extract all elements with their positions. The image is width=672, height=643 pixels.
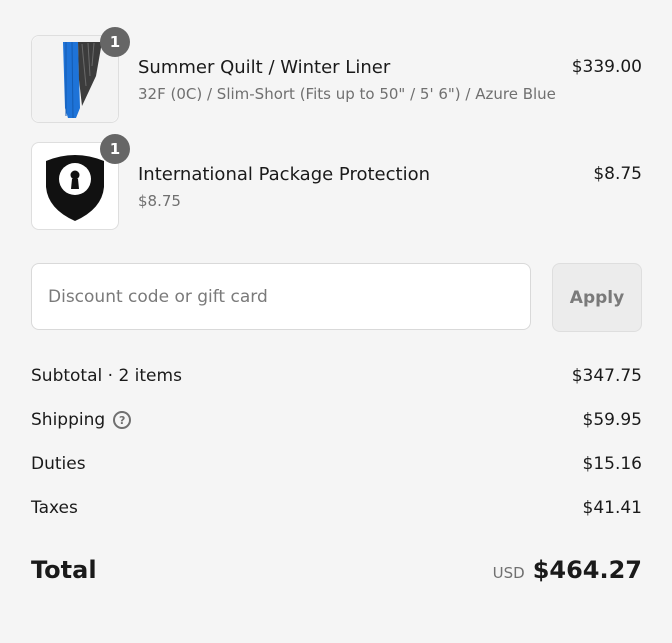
total-row: Total USD $464.27 [31, 556, 642, 592]
line-item: 1 Summer Quilt / Winter Liner 32F (0C) /… [31, 27, 642, 123]
apply-button[interactable]: Apply [552, 263, 642, 332]
subtotal-row: Subtotal · 2 items $347.75 [31, 366, 642, 390]
item-title: International Package Protection [138, 164, 430, 185]
currency-code: USD [492, 564, 525, 582]
subtotal-label: Subtotal · 2 items [31, 366, 182, 386]
quantity-badge: 1 [100, 134, 130, 164]
total-amount: $464.27 [532, 556, 642, 584]
discount-section: Apply [31, 263, 642, 332]
item-variant: 32F (0C) / Slim-Short (Fits up to 50" / … [138, 85, 556, 103]
shipping-label-wrap: Shipping ? [31, 410, 132, 430]
item-price: $339.00 [571, 57, 642, 77]
product-thumbnail: 1 [31, 134, 130, 230]
total-value: USD $464.27 [493, 556, 642, 584]
item-variant: $8.75 [138, 192, 181, 210]
taxes-row: Taxes $41.41 [31, 498, 642, 522]
shipping-value: $59.95 [582, 410, 642, 430]
discount-code-input[interactable] [31, 263, 531, 330]
question-circle-icon[interactable]: ? [113, 411, 132, 429]
taxes-label: Taxes [31, 498, 78, 518]
subtotal-value: $347.75 [571, 366, 642, 386]
total-label: Total [31, 556, 97, 584]
item-price: $8.75 [593, 164, 642, 184]
quantity-badge: 1 [100, 27, 130, 57]
duties-value: $15.16 [582, 454, 642, 474]
duties-label: Duties [31, 454, 86, 474]
item-title: Summer Quilt / Winter Liner [138, 57, 391, 78]
shipping-row: Shipping ? $59.95 [31, 410, 642, 434]
taxes-value: $41.41 [582, 498, 642, 518]
shipping-label: Shipping [31, 410, 106, 430]
line-item: 1 International Package Protection $8.75… [31, 134, 642, 230]
duties-row: Duties $15.16 [31, 454, 642, 478]
product-thumbnail: 1 [31, 27, 130, 123]
